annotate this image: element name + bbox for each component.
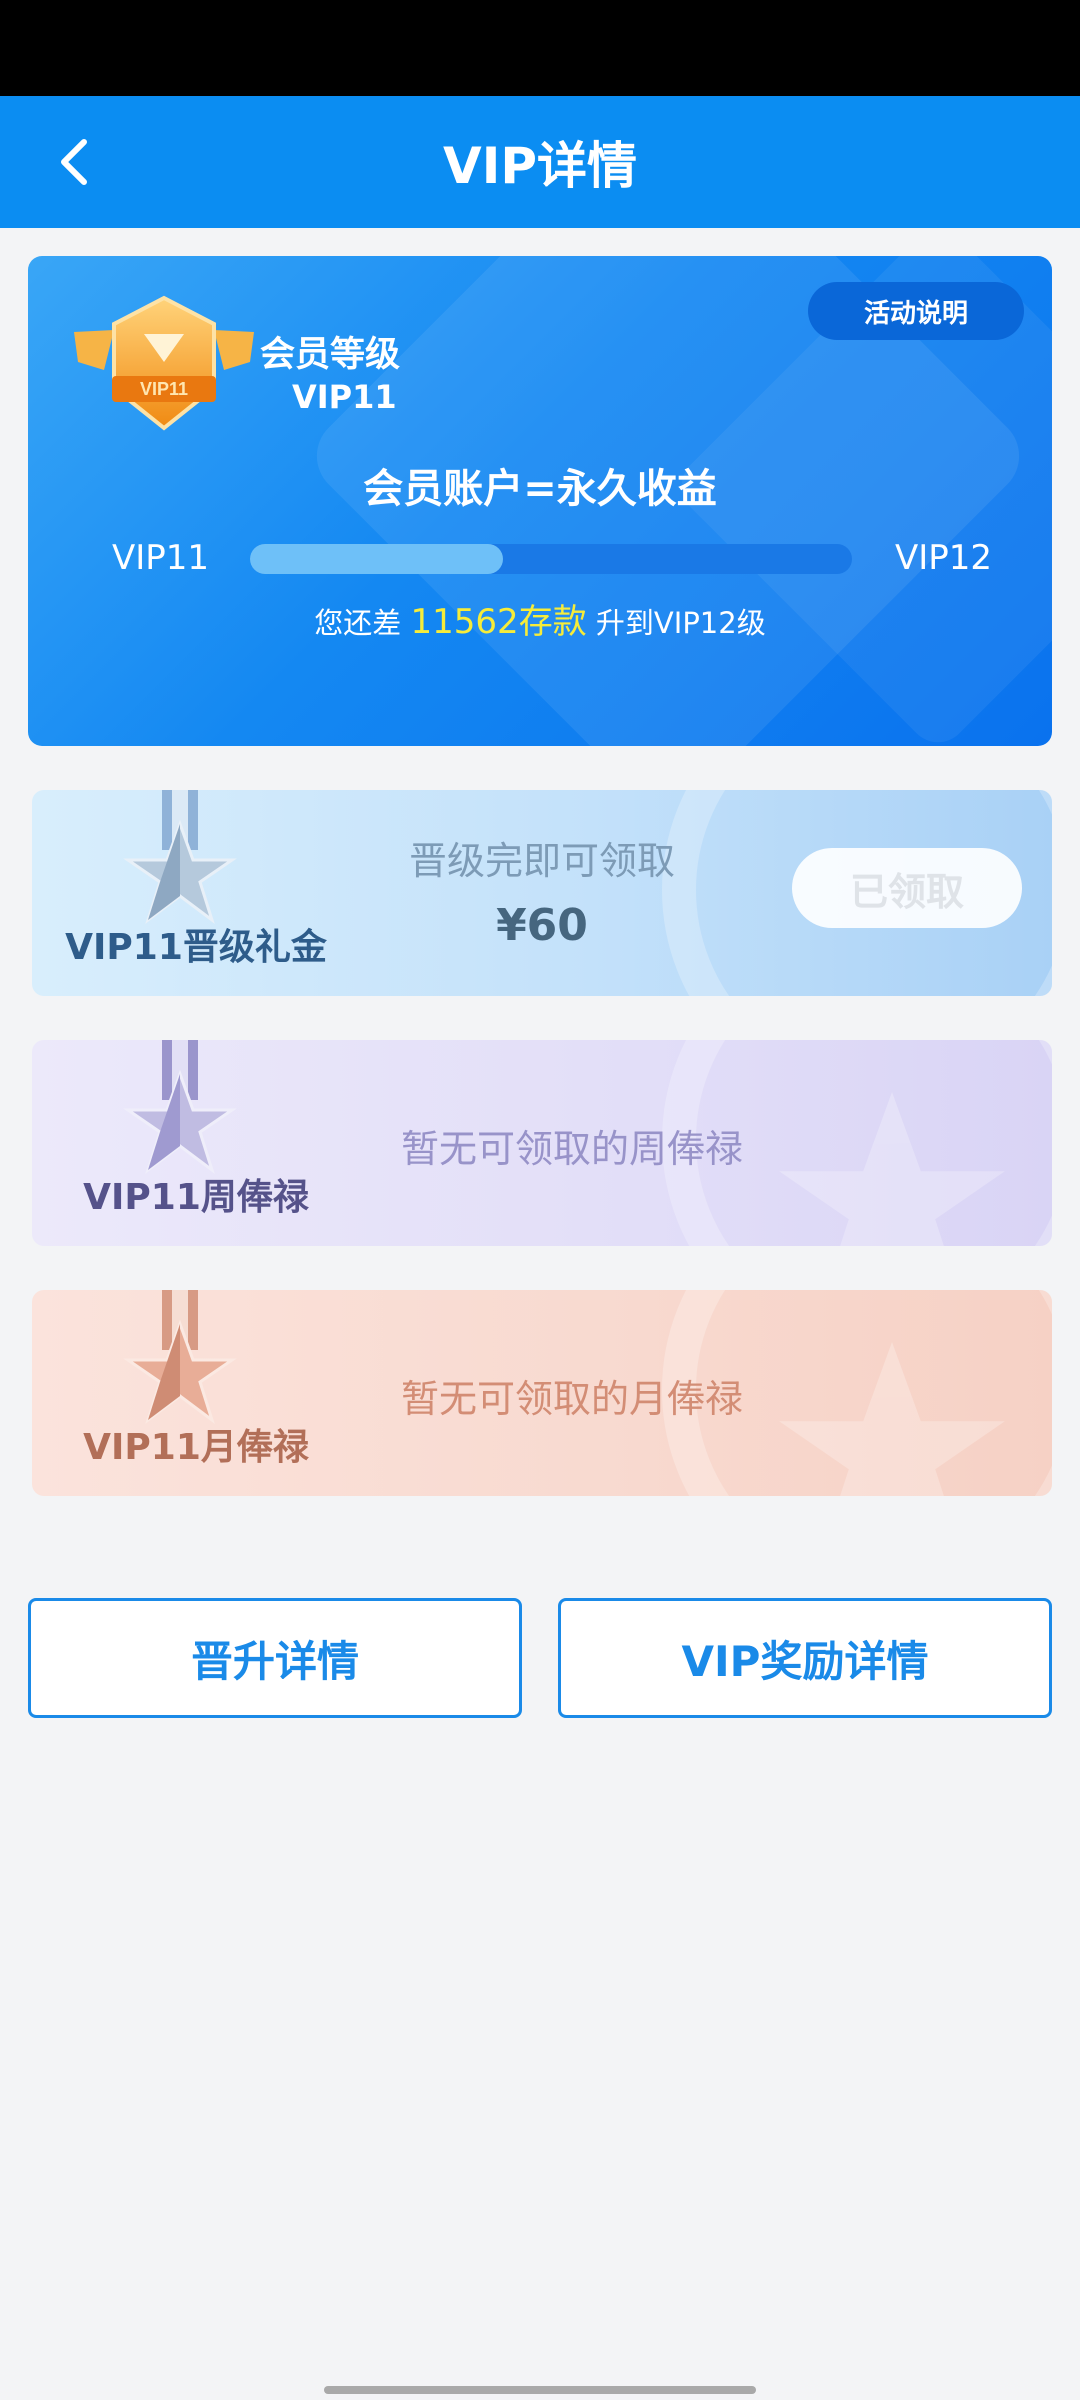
page-title: VIP详情 xyxy=(443,137,637,195)
remaining-amount: 11562存款 xyxy=(410,602,587,642)
vip-level-card: VIP11 活动说明 会员等级 VIP11 会员账户=永久收益 VIP11 VI… xyxy=(28,256,1052,746)
vip-reward-details-button[interactable]: VIP奖励详情 xyxy=(558,1598,1052,1718)
level-progress-bar xyxy=(250,544,852,574)
status-bar xyxy=(0,0,1080,96)
current-level-label: VIP11 xyxy=(112,538,210,578)
home-indicator[interactable] xyxy=(324,2386,756,2394)
remaining-suffix: 升到VIP12级 xyxy=(595,606,766,640)
reward-amount: ¥60 xyxy=(496,900,588,951)
weekly-salary-card: VIP11周俸禄 暂无可领取的周俸禄 xyxy=(32,1040,1052,1246)
remaining-requirement: 您还差 11562存款 升到VIP12级 xyxy=(28,594,1052,643)
reward-name: VIP11月俸禄 xyxy=(83,1427,309,1468)
reward-message: 暂无可领取的周俸禄 xyxy=(400,1127,743,1171)
claimed-button[interactable]: 已领取 xyxy=(792,848,1022,928)
upgrade-bonus-card: VIP11晋级礼金 晋级完即可领取 ¥60 已领取 xyxy=(32,790,1052,996)
reward-name: VIP11晋级礼金 xyxy=(65,927,327,968)
member-level-value: VIP11 xyxy=(292,378,397,416)
reward-name: VIP11周俸禄 xyxy=(83,1177,309,1218)
promotion-details-button[interactable]: 晋升详情 xyxy=(28,1598,522,1718)
member-level-label: 会员等级 xyxy=(260,335,401,375)
reward-message: 暂无可领取的月俸禄 xyxy=(400,1377,743,1421)
badge-text: VIP11 xyxy=(140,379,188,399)
activity-info-button[interactable]: 活动说明 xyxy=(808,282,1024,340)
app-header: VIP详情 xyxy=(0,96,1080,228)
slogan: 会员账户=永久收益 xyxy=(363,466,717,512)
vip-badge-icon: VIP11 xyxy=(64,292,264,452)
monthly-salary-card: VIP11月俸禄 暂无可领取的月俸禄 xyxy=(32,1290,1052,1496)
next-level-label: VIP12 xyxy=(894,538,992,578)
reward-message: 晋级完即可领取 xyxy=(408,839,675,883)
remaining-prefix: 您还差 xyxy=(314,606,402,640)
level-progress-fill xyxy=(250,544,503,574)
